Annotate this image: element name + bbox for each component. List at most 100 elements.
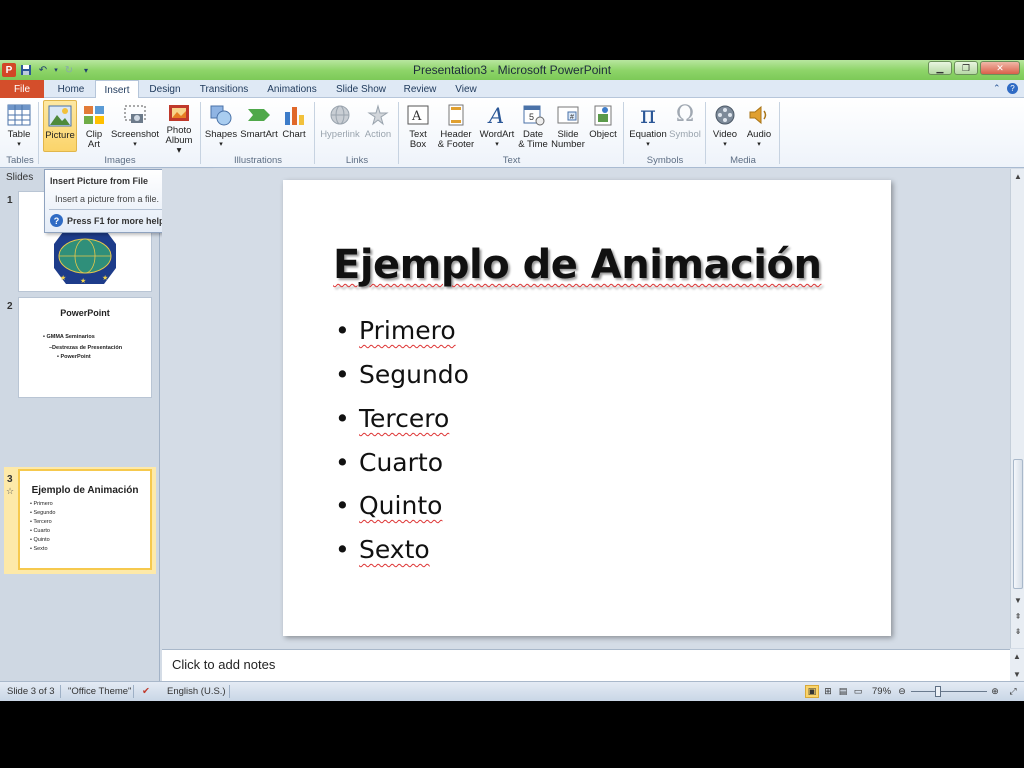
scroll-down-icon[interactable]: ▼ — [1012, 594, 1024, 606]
text-box-button[interactable]: A Text Box — [403, 100, 433, 152]
header-footer-icon — [443, 102, 469, 128]
scroll-up-icon[interactable]: ▲ — [1012, 170, 1024, 182]
scroll-up-icon[interactable]: ▲ — [1011, 650, 1023, 662]
insert-ribbon: Table ▾ Tables Picture Clip Art Screensh… — [0, 98, 1024, 168]
zoom-in-icon[interactable]: ⊕ — [988, 685, 1002, 698]
thumbnail-line: • Primero — [30, 501, 53, 507]
slide-counter: Slide 3 of 3 — [7, 686, 55, 697]
picture-button[interactable]: Picture — [43, 100, 77, 152]
previous-slide-icon[interactable]: ⇞ — [1012, 610, 1024, 622]
tab-animations[interactable]: Animations — [261, 80, 323, 98]
help-icon: ? — [50, 214, 63, 227]
wordart-icon: A — [484, 102, 510, 128]
zoom-out-icon[interactable]: ⊖ — [895, 685, 909, 698]
group-label-illustrations: Illustrations — [233, 155, 283, 166]
spell-check-icon[interactable]: ✔ — [142, 686, 150, 697]
language-indicator[interactable]: English (U.S.) — [167, 686, 226, 697]
help-icon[interactable]: ? — [1007, 83, 1018, 94]
zoom-level[interactable]: 79% — [872, 686, 891, 697]
zoom-slider-thumb[interactable] — [935, 686, 941, 697]
screenshot-icon — [122, 102, 148, 128]
vertical-scrollbar[interactable]: ▲ ▼ ⇞ ⇟ — [1010, 169, 1024, 648]
video-button[interactable]: Video ▾ — [709, 100, 741, 152]
svg-text:A: A — [411, 109, 422, 124]
tab-home[interactable]: Home — [50, 80, 92, 98]
photo-album-icon — [166, 102, 192, 124]
status-bar: Slide 3 of 3 "Office Theme" ✔ English (U… — [0, 681, 1024, 701]
theme-name[interactable]: "Office Theme" — [68, 686, 131, 697]
tab-review[interactable]: Review — [398, 80, 442, 98]
bullet-item[interactable]: • Tercero — [335, 404, 449, 433]
close-button[interactable]: ✕ — [980, 61, 1020, 75]
scroll-down-icon[interactable]: ▼ — [1011, 668, 1023, 680]
wordart-button[interactable]: A WordArt ▾ — [478, 100, 516, 152]
photo-album-button[interactable]: Photo Album ▾ — [162, 100, 196, 156]
normal-view-icon[interactable]: ▣ — [805, 685, 819, 698]
thumbnail-number: 3 — [7, 474, 13, 485]
clip-art-button[interactable]: Clip Art — [80, 100, 108, 152]
object-button[interactable]: Object — [587, 100, 619, 152]
audio-button[interactable]: Audio ▾ — [743, 100, 775, 152]
action-button[interactable]: Action — [363, 100, 393, 152]
maximize-button[interactable]: ❐ — [954, 61, 978, 75]
smartart-button[interactable]: SmartArt — [240, 100, 278, 152]
dropdown-arrow-icon: ▾ — [757, 141, 761, 148]
notes-scrollbar[interactable]: ▲ ▼ — [1010, 649, 1024, 681]
bullet-item[interactable]: • Cuarto — [335, 448, 443, 477]
notes-pane[interactable]: Click to add notes — [162, 649, 1010, 681]
bullet-item[interactable]: • Sexto — [335, 535, 430, 564]
minimize-button[interactable]: ▁ — [928, 61, 952, 75]
svg-text:★: ★ — [102, 274, 108, 282]
bullet-dot: • — [335, 535, 350, 564]
minimize-ribbon-icon[interactable]: ⌃ — [993, 83, 1001, 93]
hyperlink-button[interactable]: Hyperlink — [318, 100, 362, 152]
thumbnail-line: • Sexto — [30, 546, 48, 552]
bullet-dot: • — [335, 448, 350, 477]
slide-editor: Ejemplo de Animación • Primero • Segundo •… — [162, 169, 1010, 648]
slides-tab[interactable]: Slides — [6, 172, 33, 183]
slide-show-icon[interactable]: ▭ — [851, 685, 865, 698]
slide-canvas[interactable]: Ejemplo de Animación • Primero • Segundo •… — [283, 180, 891, 636]
slide-sorter-icon[interactable]: ⊞ — [821, 685, 835, 698]
bullet-item[interactable]: • Quinto — [335, 491, 442, 520]
ribbon-controls: ⌃ ? — [993, 83, 1018, 94]
date-time-button[interactable]: 5 Date & Time — [517, 100, 549, 152]
slide-thumbnail-2[interactable]: PowerPoint • GMMA Seminarios –Destrezas … — [18, 297, 152, 398]
omega-icon: Ω — [675, 102, 695, 127]
tab-transitions[interactable]: Transitions — [193, 80, 255, 98]
slide-thumbnail-3[interactable]: Ejemplo de Animación • Primero • Segundo… — [18, 469, 152, 570]
tab-view[interactable]: View — [446, 80, 486, 98]
next-slide-icon[interactable]: ⇟ — [1012, 625, 1024, 637]
thumbnail-number: 2 — [7, 301, 13, 312]
clip-art-icon — [81, 102, 107, 128]
shapes-button[interactable]: Shapes ▾ — [204, 100, 238, 152]
dropdown-arrow-icon: ▾ — [219, 141, 223, 148]
header-footer-button[interactable]: Header & Footer — [435, 100, 477, 152]
tab-file[interactable]: File — [0, 80, 44, 98]
tab-slide-show[interactable]: Slide Show — [330, 80, 392, 98]
bullet-item[interactable]: • Primero — [335, 316, 456, 345]
slide-title[interactable]: Ejemplo de Animación — [333, 242, 822, 288]
bullet-item[interactable]: • Segundo — [335, 360, 469, 389]
reading-view-icon[interactable]: ▤ — [836, 685, 850, 698]
thumbnail-line: • Tercero — [30, 519, 52, 525]
tooltip-help: Press F1 for more help. — [67, 216, 168, 226]
notes-placeholder[interactable]: Click to add notes — [172, 657, 275, 672]
thumbnail-title: PowerPoint — [60, 308, 110, 318]
svg-text:5: 5 — [529, 112, 534, 122]
zoom-slider[interactable] — [911, 691, 987, 692]
fit-to-window-icon[interactable]: ⤢ — [1006, 685, 1020, 698]
scroll-thumb[interactable] — [1013, 459, 1023, 589]
table-button[interactable]: Table ▾ — [3, 100, 35, 152]
tab-insert[interactable]: Insert — [95, 80, 139, 99]
symbol-button[interactable]: Ω Symbol — [668, 100, 702, 152]
powerpoint-window: P ↶ ▾ ↻ ▾ Presentation3 - Microsoft Powe… — [0, 60, 1024, 701]
thumbnail-line: • GMMA Seminarios — [43, 334, 95, 340]
slide-number-button[interactable]: # Slide Number — [549, 100, 587, 152]
screenshot-button[interactable]: Screenshot ▾ — [110, 100, 160, 152]
dropdown-arrow-icon: ▾ — [17, 141, 21, 148]
chart-icon — [281, 102, 307, 128]
equation-button[interactable]: π Equation ▾ — [627, 100, 669, 152]
tab-design[interactable]: Design — [143, 80, 187, 98]
chart-button[interactable]: Chart — [280, 100, 308, 152]
